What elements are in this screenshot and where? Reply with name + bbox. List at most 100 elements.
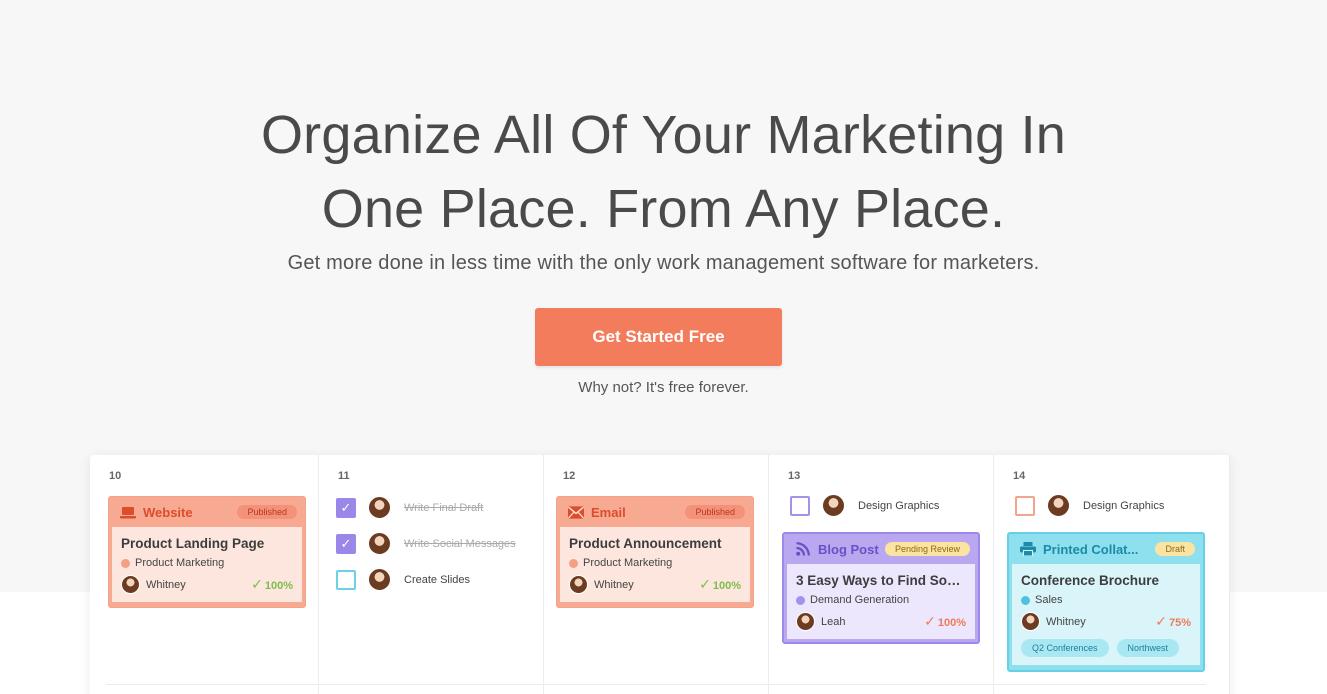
card-footer: Whitney ✓ 100%: [121, 575, 293, 594]
headline-line-2: One Place. From Any Place.: [321, 179, 1006, 239]
progress: ✓ 100%: [924, 613, 966, 630]
get-started-button[interactable]: Get Started Free: [535, 308, 782, 366]
card-title: Conference Brochure: [1021, 573, 1160, 588]
rss-icon: [795, 541, 811, 557]
day-column-10: 10 Website Published Product Landing Pag…: [90, 455, 319, 694]
card-header: Blog Post Pending Review: [784, 534, 978, 564]
task-item[interactable]: ✓ Write Social Messages: [336, 532, 516, 555]
tag-dot: [796, 595, 805, 605]
progress-value: 100%: [264, 580, 293, 592]
tag-dot: [1021, 595, 1030, 605]
assignee-name: Leah: [821, 615, 846, 628]
divider: [106, 684, 1206, 685]
card-tag: Sales: [1021, 594, 1191, 606]
checkbox[interactable]: [336, 569, 356, 590]
card-footer: Whitney ✓ 100%: [569, 575, 741, 594]
status-badge: Published: [685, 505, 745, 519]
progress: ✓ 100%: [699, 576, 741, 593]
progress: ✓ 100%: [251, 576, 293, 593]
tag-chips: Q2 Conferences Northwest: [1021, 639, 1191, 657]
card-tag: Demand Generation: [796, 594, 966, 606]
progress-value: 100%: [712, 580, 741, 592]
check-icon: ✓: [251, 576, 263, 592]
card-tag: Product Marketing: [569, 557, 741, 569]
card-title: 3 Easy Ways to Find Social...: [796, 573, 966, 588]
card-printed-collateral[interactable]: Printed Collat... Draft Conference Broch…: [1007, 532, 1205, 672]
card-header: Website Published: [109, 497, 305, 527]
tag-label: Sales: [1035, 594, 1063, 606]
day-number: 13: [788, 470, 801, 482]
day-number: 12: [563, 470, 576, 482]
avatar: [569, 575, 588, 594]
check-icon: ✓: [699, 576, 711, 592]
card-footer: Leah ✓ 100%: [796, 612, 966, 631]
tag-label: Product Marketing: [583, 557, 673, 569]
checkbox[interactable]: [1015, 495, 1035, 516]
task-item[interactable]: Design Graphics: [790, 494, 939, 517]
progress: ✓ 75%: [1155, 613, 1191, 630]
avatar: [1047, 494, 1070, 517]
cta-note: Why not? It's free forever.: [578, 379, 749, 396]
chip-q2-conferences[interactable]: Q2 Conferences: [1021, 639, 1109, 657]
envelope-icon: [568, 504, 584, 520]
status-badge: Published: [237, 505, 297, 519]
page-title: Organize All Of Your Marketing In One Pl…: [0, 98, 1327, 246]
card-body: 3 Easy Ways to Find Social... Demand Gen…: [787, 564, 975, 639]
task-item[interactable]: ✓ Write Final Draft: [336, 496, 483, 519]
task-item[interactable]: Design Graphics: [1015, 494, 1164, 517]
card-category: Website: [143, 504, 193, 520]
card-header: Email Published: [557, 497, 753, 527]
avatar: [796, 612, 815, 631]
checkbox-checked[interactable]: ✓: [336, 497, 356, 518]
card-tag: Product Marketing: [121, 557, 293, 569]
day-column-14: 14 Design Graphics Printed Collat... Dra…: [994, 455, 1230, 694]
card-blog-post[interactable]: Blog Post Pending Review 3 Easy Ways to …: [782, 532, 980, 644]
day-number: 10: [109, 470, 122, 482]
printer-icon: [1020, 541, 1036, 557]
card-category: Blog Post: [818, 541, 879, 557]
avatar: [368, 496, 391, 519]
card-website[interactable]: Website Published Product Landing Page P…: [108, 496, 306, 608]
task-label: Design Graphics: [858, 499, 940, 512]
task-label: Design Graphics: [1083, 499, 1165, 512]
status-badge: Draft: [1155, 542, 1195, 556]
card-title: Product Landing Page: [121, 536, 265, 551]
headline-line-1: Organize All Of Your Marketing In: [260, 105, 1067, 165]
card-footer: Whitney ✓ 75%: [1021, 612, 1191, 631]
task-label: Write Final Draft: [404, 501, 484, 514]
progress-value: 100%: [937, 617, 966, 629]
card-title: Product Announcement: [569, 536, 722, 551]
tag-dot: [121, 558, 130, 568]
card-body: Conference Brochure Sales Whitney ✓ 75% Q…: [1012, 564, 1200, 665]
day-column-11: 11 ✓ Write Final Draft ✓ Write Social Me…: [319, 455, 544, 694]
status-badge: Pending Review: [884, 542, 970, 556]
avatar: [368, 568, 391, 591]
card-body: Product Announcement Product Marketing W…: [560, 527, 750, 602]
checkbox[interactable]: [790, 495, 810, 516]
chip-northwest[interactable]: Northwest: [1116, 639, 1180, 657]
assignee-name: Whitney: [1046, 615, 1086, 628]
calendar-preview: 10 Website Published Product Landing Pag…: [90, 455, 1230, 694]
card-header: Printed Collat... Draft: [1009, 534, 1203, 564]
check-icon: ✓: [924, 613, 936, 629]
check-icon: ✓: [1155, 613, 1167, 629]
assignee-name: Whitney: [146, 578, 186, 591]
avatar: [1021, 612, 1040, 631]
assignee-name: Whitney: [594, 578, 634, 591]
checkbox-checked[interactable]: ✓: [336, 533, 356, 554]
task-label: Write Social Messages: [404, 537, 516, 550]
tag-label: Demand Generation: [810, 594, 910, 606]
avatar: [822, 494, 845, 517]
card-email[interactable]: Email Published Product Announcement Pro…: [556, 496, 754, 608]
day-column-13: 13 Design Graphics Blog Post Pending Rev…: [769, 455, 994, 694]
task-label: Create Slides: [404, 573, 471, 586]
laptop-icon: [120, 504, 136, 520]
tag-label: Product Marketing: [135, 557, 225, 569]
avatar: [368, 532, 391, 555]
progress-value: 75%: [1168, 617, 1191, 629]
tag-dot: [569, 558, 578, 568]
day-number: 14: [1013, 470, 1026, 482]
task-item[interactable]: Create Slides: [336, 568, 470, 591]
card-category: Printed Collat...: [1043, 541, 1139, 557]
day-column-12: 12 Email Published Product Announcement …: [544, 455, 769, 694]
